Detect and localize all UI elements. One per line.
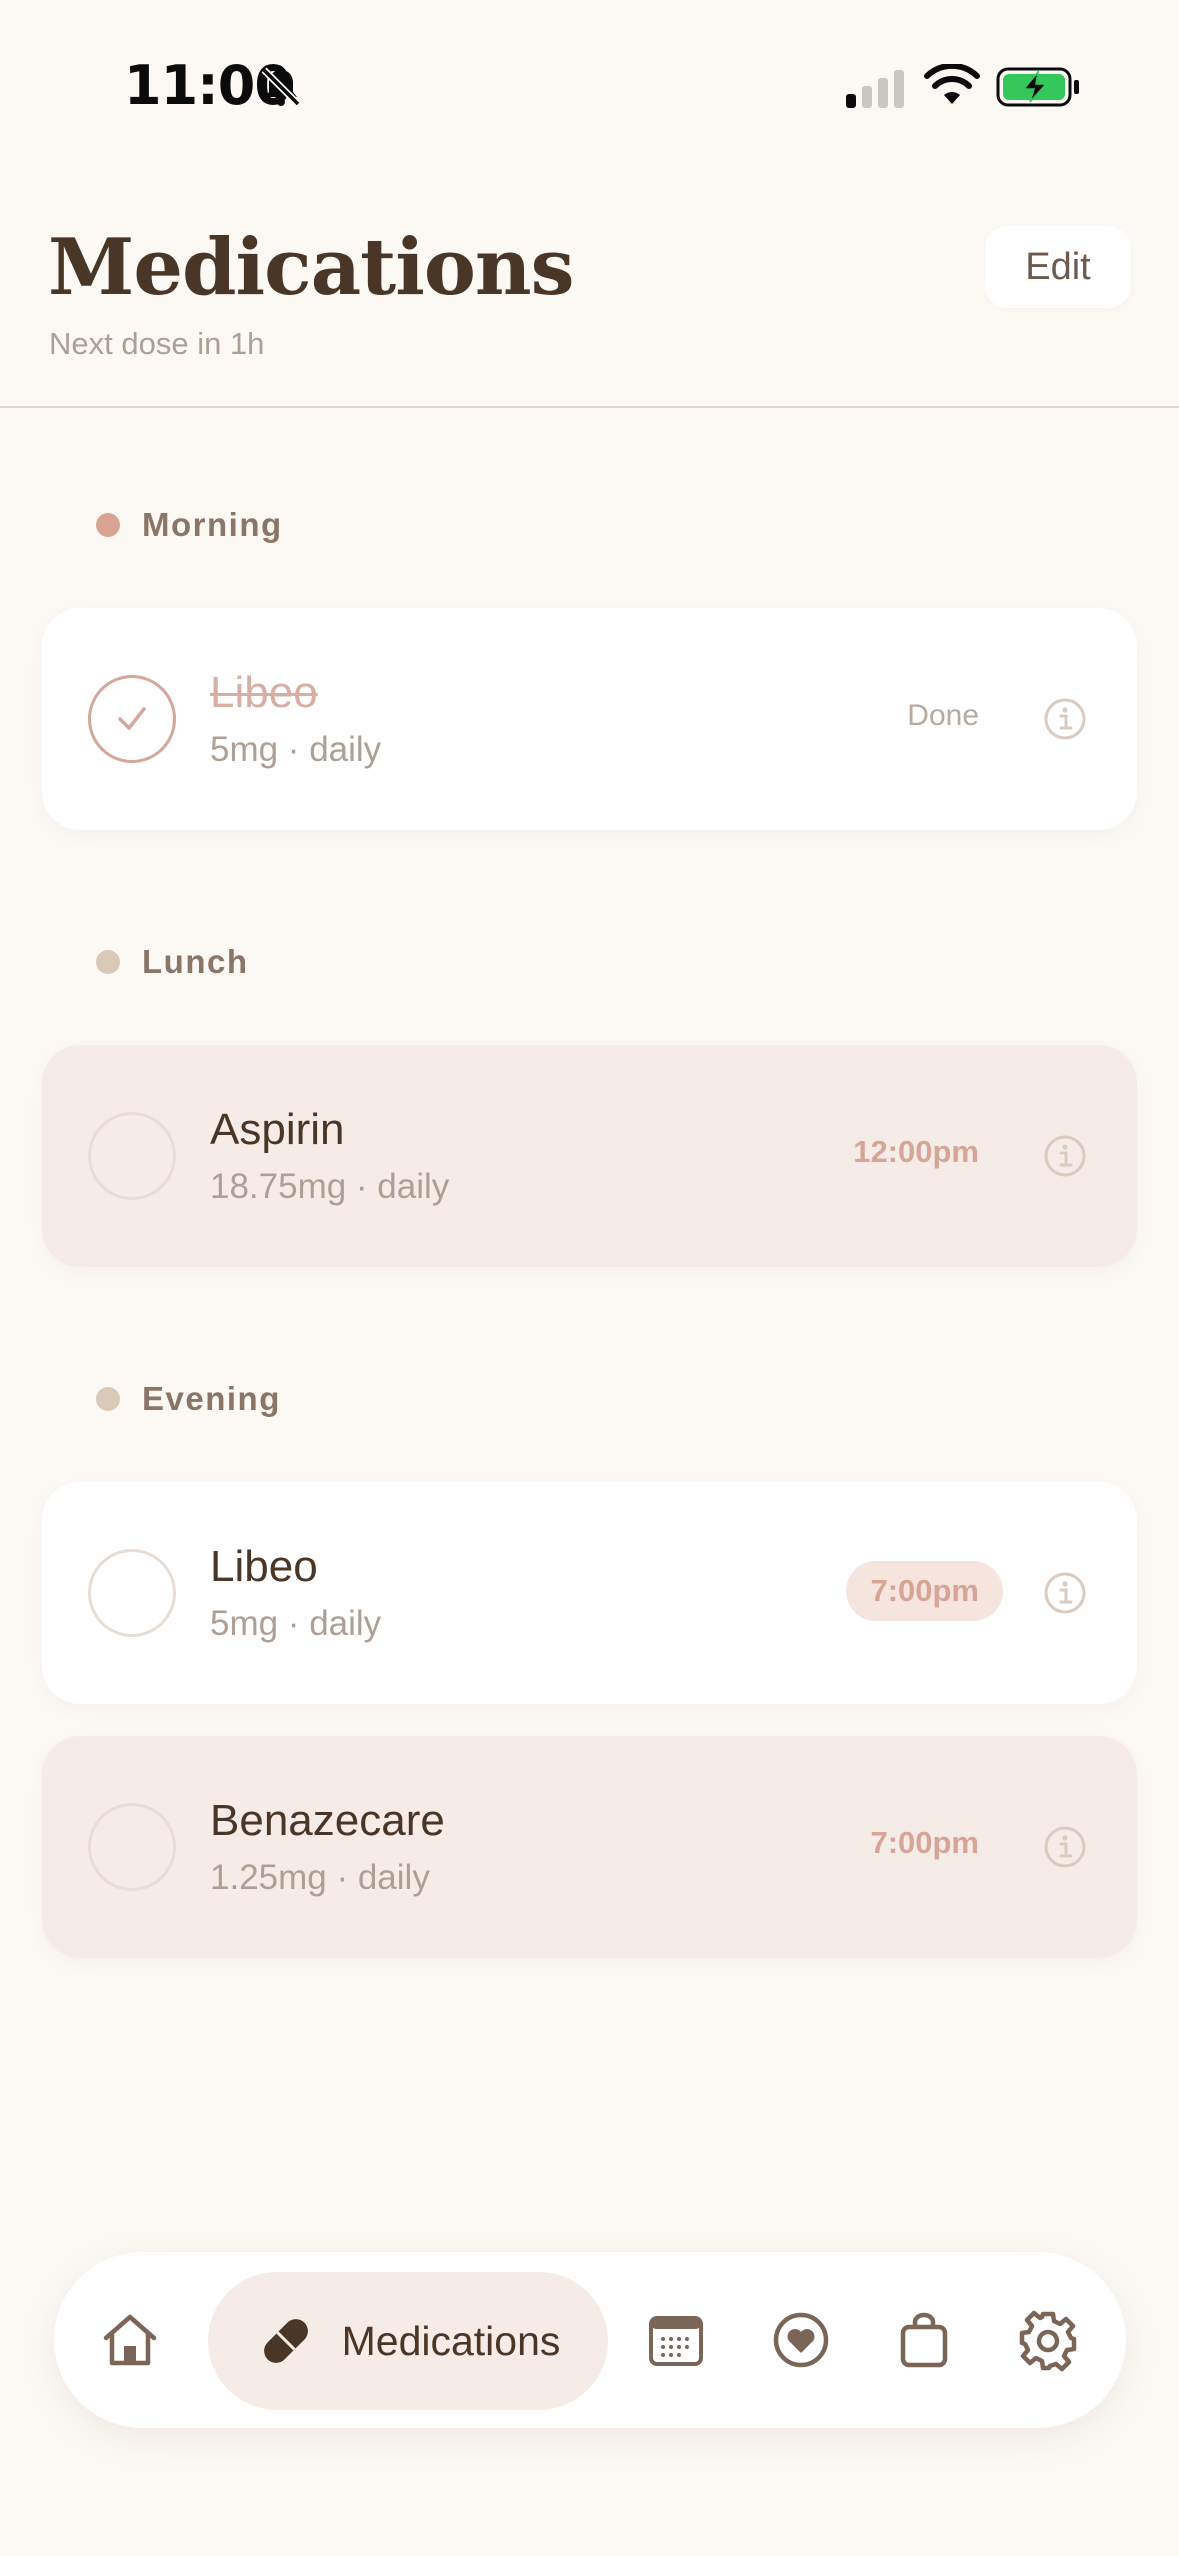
section-label: Morning [142,506,283,543]
medication-card[interactable]: Benazecare 1.25mg · daily 7:00pm [42,1736,1137,1958]
dose-time: 12:00pm [853,1134,979,1169]
bag-icon [900,2312,948,2368]
dose-time: 7:00pm [870,1825,979,1860]
medication-card[interactable]: Aspirin 18.75mg · daily 12:00pm [42,1045,1137,1267]
nav-active-label: Medications [341,2317,561,2364]
medication-name: Aspirin [210,1105,345,1154]
calendar-icon [649,2316,703,2366]
next-dose-subtitle: Next dose in 1h [49,326,265,361]
checkmark-icon [118,707,146,730]
section-dot [96,1387,120,1411]
heart-icon [773,2312,829,2368]
nav-calendar[interactable] [644,2308,708,2372]
home-icon [103,2314,157,2366]
section-lunch: Lunch [96,942,248,982]
page-title: Medications [48,222,574,313]
dose-checkbox[interactable] [88,1112,176,1200]
nav-health[interactable] [769,2308,833,2372]
dose-status: Done [907,699,979,732]
pill-icon [263,2319,308,2363]
bottom-nav: Medications [54,2252,1126,2428]
medication-name: Benazecare [210,1796,445,1845]
dose-checkbox[interactable] [88,1549,176,1637]
section-evening: Evening [96,1379,281,1419]
section-dot [96,950,120,974]
nav-shop[interactable] [892,2308,956,2372]
nav-settings[interactable] [1016,2308,1080,2372]
section-morning: Morning [96,505,283,545]
section-label: Evening [142,1380,281,1417]
section-dot [96,513,120,537]
cellular-signal-icon [846,70,904,108]
bell-muted-icon [261,67,301,107]
dose-time-badge: 7:00pm [846,1561,1003,1621]
medication-dosage: 5mg · daily [210,1604,382,1643]
info-icon[interactable] [1043,1825,1087,1869]
medication-card[interactable]: Libeo 5mg · daily 7:00pm [42,1482,1137,1704]
medication-name: Libeo [210,668,318,717]
battery-charging-icon [996,67,1079,107]
medication-dosage: 1.25mg · daily [210,1858,430,1897]
wifi-icon [924,64,980,104]
section-label: Lunch [142,943,249,980]
gear-icon [1019,2310,1077,2372]
dose-checkbox[interactable] [88,1803,176,1891]
info-icon[interactable] [1043,697,1087,741]
page-header: Medications Next dose in 1h Edit [0,170,1179,408]
medication-name: Libeo [210,1542,318,1591]
dose-checkbox-checked[interactable] [88,675,176,763]
status-bar: 11:00 [0,0,1179,170]
medication-dosage: 5mg · daily [210,730,382,769]
medication-dosage: 18.75mg · daily [210,1167,450,1206]
nav-medications[interactable]: Medications [208,2272,608,2410]
info-icon[interactable] [1043,1571,1087,1615]
edit-button[interactable]: Edit [985,226,1131,308]
nav-home[interactable] [98,2308,162,2372]
medication-card[interactable]: Libeo 5mg · daily Done [42,608,1137,830]
info-icon[interactable] [1043,1134,1087,1178]
